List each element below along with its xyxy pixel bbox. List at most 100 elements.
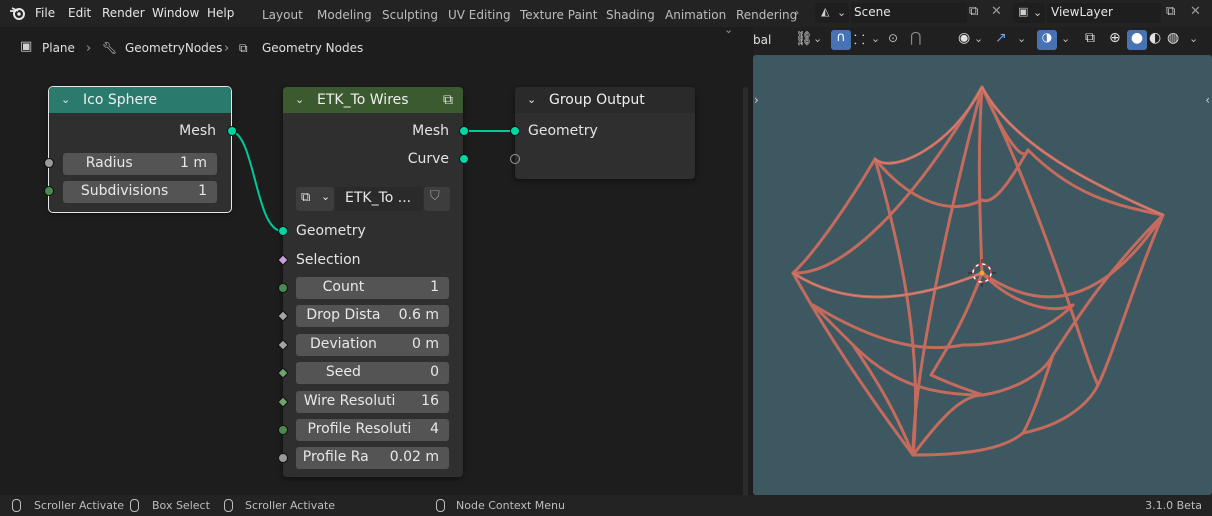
tab-modeling[interactable]: Modeling [317,8,372,22]
tab-shading[interactable]: Shading [606,8,655,22]
proportional-edit-icon[interactable]: ⊙ [888,31,898,45]
3d-viewport[interactable]: bal ⛓︎ ⌄ ∩ ⸬ ⌄ ⊙ ⋂ ◉ ⌄ ↗ ⌄ ◑ ⌄ ⧉ ⊕ ● ◐ ◍… [753,27,1212,495]
subdivisions-field[interactable]: Subdivisions 1 [63,181,217,203]
status-scroller-activate-2: Scroller Activate [245,499,336,512]
orientation-dropdown[interactable]: bal [753,33,771,47]
menu-window[interactable]: Window [152,6,199,20]
node-editor[interactable]: ▣ Plane › 🔧︎ GeometryNodes › ⧉ Geometry … [0,23,748,505]
toolbar-expand-icon[interactable]: › [754,93,759,107]
input-geometry-socket[interactable] [510,126,520,136]
field-label: Wire Resoluti [303,393,396,409]
snap-icon[interactable]: ∩ [831,30,851,50]
profile-resolution-field[interactable]: Profile Resoluti 4 [296,419,449,441]
node-group-output[interactable]: ⌄ Group Output Geometry [510,87,695,179]
node-title: ETK_To Wires [317,92,409,108]
deviation-field[interactable]: Deviation 0 m [296,334,449,356]
blender-logo-icon[interactable] [9,5,27,21]
node-group-name-field[interactable]: ETK_To ... [335,187,423,211]
tab-texture-paint[interactable]: Texture Paint [520,8,597,22]
radius-field[interactable]: Radius 1 m [63,153,217,175]
chevron-down-icon[interactable]: ⌄ [1189,32,1198,45]
visibility-eye-icon[interactable]: ◉ [958,30,970,46]
falloff-icon[interactable]: ⋂ [910,30,921,46]
tab-rendering[interactable]: Rendering [736,8,797,22]
node-ico-sphere[interactable]: ⌄ Ico Sphere Mesh Radius 1 m Subdivision… [44,86,237,213]
tab-animation[interactable]: Animation [665,8,726,22]
close-viewlayer-icon[interactable]: ✕ [1190,4,1201,19]
scene-browse-button[interactable]: ◭ ⌄ [815,3,849,23]
node-group-browse-button[interactable]: ⧉ ⌄ [296,187,334,211]
sidebar-expand-icon[interactable]: ‹ [1205,93,1210,107]
status-bar: Scroller Activate Box Select Scroller Ac… [0,495,1212,516]
xray-icon[interactable]: ⧉ [1085,30,1095,46]
mouse-middle-icon [224,499,233,512]
drop-distance-field[interactable]: Drop Dista 0.6 m [296,305,449,327]
chevron-down-icon[interactable]: ⌄ [295,87,304,113]
chevron-down-icon[interactable]: ⌄ [871,32,880,45]
top-bar: File Edit Render Window Help Layout Mode… [0,0,1212,27]
field-label: Count [322,279,365,295]
node-title: Ico Sphere [83,92,158,108]
chevron-down-icon[interactable]: ⌄ [1061,32,1070,45]
menu-file[interactable]: File [35,6,55,20]
node-header[interactable]: ⌄ Group Output [515,87,695,113]
fake-user-button[interactable]: ⛉ [424,187,450,211]
field-value: 0 [430,364,439,380]
menu-help[interactable]: Help [207,6,234,20]
viewport-canvas[interactable]: › ‹ [753,55,1212,495]
vertical-scrollbar[interactable] [743,87,748,505]
scene-name-field[interactable]: Scene [851,3,967,23]
chevron-down-icon[interactable]: ⌄ [813,32,822,45]
wire-resolution-field[interactable]: Wire Resoluti 16 [296,391,449,413]
node-header[interactable]: ⌄ ETK_To Wires ⧉ [283,87,463,113]
count-field[interactable]: Count 1 [296,277,449,299]
close-scene-icon[interactable]: ✕ [991,4,1002,19]
input-subdivisions-socket[interactable] [44,186,54,196]
output-mesh-label: Mesh [179,123,216,139]
node-etk-to-wires[interactable]: ⌄ ETK_To Wires ⧉ Mesh Curve ⧉ ⌄ ETK_To .… [277,87,469,477]
input-geometry-socket[interactable] [278,226,288,236]
chevron-down-icon: ⌄ [837,6,847,19]
input-count-socket[interactable] [278,283,288,293]
gizmo-icon[interactable]: ↗ [995,30,1007,46]
viewlayer-name-field[interactable]: ViewLayer [1047,3,1161,23]
chevron-down-icon[interactable]: ⌄ [1017,32,1026,45]
field-value: 0 m [412,336,439,352]
chevron-down-icon[interactable]: ⌄ [527,87,536,113]
tabs-overflow-icon[interactable]: › [795,6,799,19]
pivot-icon[interactable]: ⛓︎ [795,31,813,47]
viewlayer-browse-button[interactable]: ▣ ⌄ [1013,3,1045,23]
input-profile-resolution-socket[interactable] [278,425,288,435]
new-scene-icon[interactable]: ⧉ [969,4,978,19]
new-viewlayer-icon[interactable]: ⧉ [1166,4,1175,19]
field-label: Profile Ra [302,449,369,465]
field-value: 1 [198,183,207,199]
chevron-down-icon[interactable]: ⌄ [974,32,983,45]
snap-target-icon[interactable]: ⸬ [854,30,865,48]
menu-render[interactable]: Render [102,6,145,20]
wireframe-shading-icon[interactable]: ⊕ [1109,30,1121,46]
seed-field[interactable]: Seed 0 [296,362,449,384]
field-label: Subdivisions [80,183,169,199]
menu-edit[interactable]: Edit [68,6,91,20]
rendered-shading-icon[interactable]: ◍ [1167,30,1179,46]
material-shading-icon[interactable]: ◐ [1149,30,1161,46]
profile-radius-field[interactable]: Profile Ra 0.02 m [296,447,449,469]
chevron-down-icon: ⌄ [1033,6,1043,19]
input-profile-radius-socket[interactable] [278,453,288,463]
chevron-down-icon[interactable]: ⌄ [61,87,70,113]
overlays-icon[interactable]: ◑ [1037,30,1057,50]
output-mesh-socket[interactable] [459,126,469,136]
node-header[interactable]: ⌄ Ico Sphere [49,87,231,113]
field-value: 16 [421,393,439,409]
tab-layout[interactable]: Layout [262,8,303,22]
input-radius-socket[interactable] [44,158,54,168]
input-empty-socket[interactable] [510,154,520,164]
output-curve-socket[interactable] [459,154,469,164]
node-group-icon[interactable]: ⧉ [443,87,453,113]
tab-uv-editing[interactable]: UV Editing [448,8,511,22]
field-label: Seed [325,364,361,380]
output-mesh-socket[interactable] [227,126,237,136]
solid-shading-icon[interactable]: ● [1127,30,1147,50]
tab-sculpting[interactable]: Sculpting [382,8,438,22]
